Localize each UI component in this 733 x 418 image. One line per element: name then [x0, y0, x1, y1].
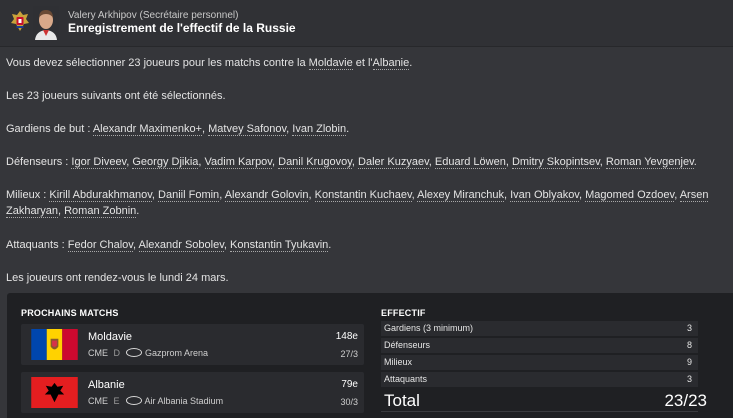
match-row[interactable]: Moldavie CME D Gazprom Arena 148e 27/3	[21, 324, 364, 365]
squad-row-value: 9	[686, 357, 692, 367]
midfielders-label: Milieux :	[6, 189, 50, 201]
competition[interactable]: CME	[88, 348, 108, 358]
competition[interactable]: CME	[88, 396, 108, 406]
player-link[interactable]: Igor Diveev	[71, 156, 127, 169]
player-link[interactable]: Georgy Djikia	[132, 156, 199, 169]
intro-mid: et l'	[352, 57, 373, 69]
info-panel: PROCHAINS MATCHS Moldavie CME D Gazprom A…	[7, 293, 733, 418]
player-link[interactable]: Fedor Chalov	[67, 239, 133, 252]
separator: .	[346, 123, 350, 135]
player-link[interactable]: Konstantin Kuchaev	[314, 189, 412, 202]
stadium-icon	[125, 396, 142, 406]
separator: ,	[198, 156, 205, 168]
team-link-albania[interactable]: Albanie	[372, 57, 410, 70]
player-link[interactable]: Danil Krugovoy	[278, 156, 352, 169]
squad-total-value: 23/23	[664, 391, 707, 410]
squad-row-attackers: Attaquants 3	[381, 372, 698, 387]
player-link[interactable]: Ivan Zlobin	[292, 123, 347, 136]
stadium-name[interactable]: Gazprom Arena	[145, 348, 208, 358]
defenders-list: Igor Diveev, Georgy Djikia, Vadim Karpov…	[71, 156, 697, 169]
squad-row-value: 8	[686, 340, 692, 350]
player-link[interactable]: Daniil Fomin	[158, 189, 220, 202]
player-link[interactable]: Eduard Löwen	[434, 156, 506, 169]
separator: ,	[219, 189, 225, 201]
stadium-icon	[126, 348, 143, 358]
goalkeepers-line: Gardiens de but : Alexandr Maximenko+, M…	[6, 121, 349, 137]
goalkeepers-label: Gardiens de but :	[6, 123, 93, 135]
squad-row-goalkeepers: Gardiens (3 minimum) 3	[381, 321, 698, 336]
sender-name[interactable]: Valery Arkhipov (Secrétaire personnel)	[68, 10, 238, 21]
message-subject: Enregistrement de l'effectif de la Russi…	[68, 21, 296, 35]
squad-row-value: 3	[686, 323, 692, 333]
player-link[interactable]: Konstantin Tyukavin	[230, 239, 329, 252]
goalkeepers-list: Alexandr Maximenko+, Matvey Safonov, Iva…	[92, 123, 350, 136]
separator: ,	[428, 156, 435, 168]
squad-row-value: 3	[686, 374, 692, 384]
team-name[interactable]: Albanie	[88, 379, 125, 391]
stadium-name[interactable]: Air Albania Stadium	[145, 396, 224, 406]
match-details: CME E Air Albania Stadium	[88, 396, 223, 406]
defenders-label: Défenseurs :	[6, 156, 72, 168]
squad-row-defenders: Défenseurs 8	[381, 338, 698, 353]
squad-row-label: Défenseurs	[384, 340, 431, 350]
player-link[interactable]: Roman Zobnin	[64, 205, 137, 218]
albania-flag-icon	[31, 377, 78, 408]
player-link[interactable]: Vadim Karpov	[204, 156, 272, 169]
upcoming-matches-title: PROCHAINS MATCHS	[21, 308, 119, 318]
squad-row-label: Attaquants	[384, 374, 428, 384]
separator: ,	[132, 239, 139, 251]
separator: .	[328, 239, 332, 251]
player-link[interactable]: Dmitry Skopintsev	[511, 156, 600, 169]
player-link[interactable]: Daler Kuzyaev	[358, 156, 429, 169]
attackers-line: Attaquants : Fedor Chalov, Alexandr Sobo…	[6, 237, 331, 253]
midfielders-list: Kirill Abdurakhmanov, Daniil Fomin, Alex…	[6, 189, 709, 218]
venue-code: E	[113, 396, 120, 406]
player-link[interactable]: Roman Yevgenjev	[605, 156, 694, 169]
separator: ,	[674, 189, 680, 201]
message-header: Valery Arkhipov (Secrétaire personnel) E…	[0, 0, 733, 47]
match-row[interactable]: Albanie CME E Air Albania Stadium 79e 30/…	[21, 372, 364, 413]
venue-code: D	[113, 348, 121, 358]
squad-row-label: Gardiens (3 minimum)	[384, 323, 474, 333]
midfielders-line: Milieux : Kirill Abdurakhmanov, Daniil F…	[6, 187, 728, 219]
player-link[interactable]: Alexandr Sobolev	[138, 239, 224, 252]
meeting-date: Les joueurs ont rendez-vous le lundi 24 …	[6, 272, 229, 284]
match-details: CME D Gazprom Arena	[88, 348, 208, 358]
player-link[interactable]: Magomed Ozdoev	[585, 189, 675, 202]
team-name[interactable]: Moldavie	[88, 331, 132, 343]
selection-summary: Les 23 joueurs suivants ont été sélectio…	[6, 90, 226, 102]
sender-avatar[interactable]	[33, 6, 59, 40]
player-link[interactable]: Ivan Oblyakov	[510, 189, 579, 202]
separator: ,	[599, 156, 606, 168]
fifa-rank: 79e	[341, 379, 358, 390]
player-link[interactable]: Alexandr Golovin	[224, 189, 309, 202]
fifa-rank: 148e	[335, 331, 358, 342]
player-link[interactable]: Matvey Safonov	[208, 123, 287, 136]
federation-crest-icon	[11, 11, 29, 31]
match-date: 30/3	[340, 397, 358, 407]
separator: .	[136, 205, 140, 217]
player-link[interactable]: Kirill Abdurakhmanov	[49, 189, 152, 202]
separator: .	[693, 156, 697, 168]
attackers-label: Attaquants :	[6, 239, 68, 251]
player-link[interactable]: Alexandr Maximenko+	[92, 123, 202, 136]
separator: ,	[308, 189, 315, 201]
squad-total-label: Total	[384, 391, 420, 410]
team-link-moldova[interactable]: Moldavie	[308, 57, 353, 70]
divider	[381, 411, 698, 412]
intro-end: .	[409, 57, 413, 69]
intro-text: Vous devez sélectionner 23 joueurs pour …	[6, 57, 309, 69]
selection-intro: Vous devez sélectionner 23 joueurs pour …	[6, 55, 412, 71]
defenders-line: Défenseurs : Igor Diveev, Georgy Djikia,…	[6, 154, 697, 170]
squad-title: EFFECTIF	[381, 308, 426, 318]
squad-row-midfielders: Milieux 9	[381, 355, 698, 370]
moldova-flag-icon	[31, 329, 78, 360]
attackers-list: Fedor Chalov, Alexandr Sobolev, Konstant…	[67, 239, 332, 252]
squad-row-label: Milieux	[384, 357, 413, 367]
match-date: 27/3	[340, 349, 358, 359]
player-link[interactable]: Alexey Miranchuk	[417, 189, 504, 202]
